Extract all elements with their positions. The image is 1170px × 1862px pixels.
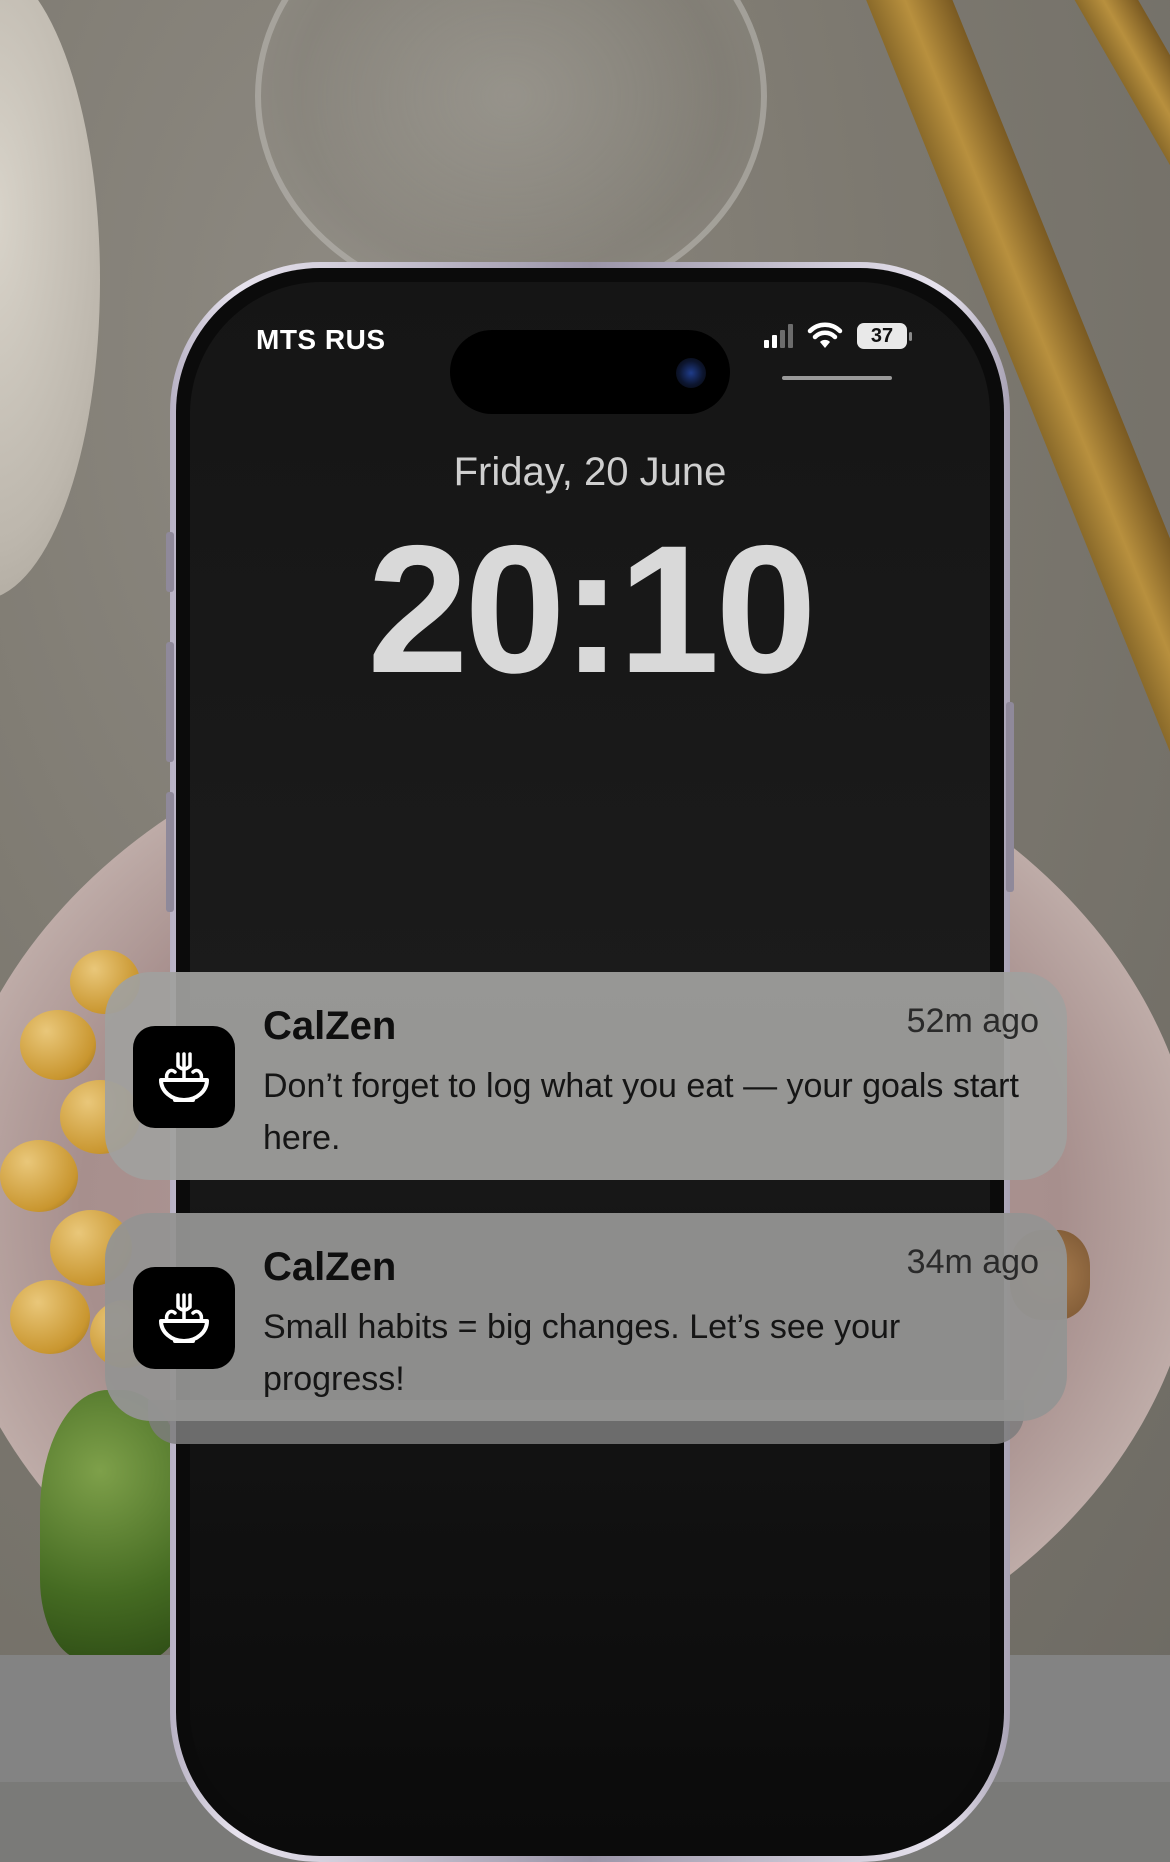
app-icon xyxy=(133,1026,235,1128)
notification-card[interactable]: CalZen 34m ago Small habits = big change… xyxy=(105,1213,1067,1421)
notification-time: 34m ago xyxy=(906,1243,1039,1281)
power-button xyxy=(1006,702,1014,892)
cellular-signal-icon xyxy=(764,324,793,348)
battery-icon: 37 xyxy=(857,323,912,349)
chickpea xyxy=(20,1010,96,1080)
battery-level: 37 xyxy=(870,324,894,347)
front-camera xyxy=(676,358,706,388)
status-indicator-line xyxy=(782,376,892,380)
volume-down-button xyxy=(166,792,174,912)
status-icons: 37 xyxy=(764,322,912,350)
lock-clock: 20:10 xyxy=(367,507,817,711)
dynamic-island xyxy=(450,330,730,414)
chickpea xyxy=(0,1140,78,1212)
notification-time: 52m ago xyxy=(906,1002,1039,1040)
volume-up-button xyxy=(166,642,174,762)
wifi-icon xyxy=(807,322,843,350)
notification-message: Don’t forget to log what you eat — your … xyxy=(263,1067,1019,1157)
notification-card[interactable]: CalZen 52m ago Don’t forget to log what … xyxy=(105,972,1067,1180)
app-icon xyxy=(133,1267,235,1369)
notification-app-name: CalZen xyxy=(263,1245,397,1289)
lock-date: Friday, 20 June xyxy=(453,450,727,494)
notification-app-name: CalZen xyxy=(263,1004,397,1048)
salad-bowl-icon xyxy=(159,1293,209,1343)
saucer xyxy=(0,0,100,600)
carrier-label: MTS RUS xyxy=(256,324,386,355)
chickpea xyxy=(10,1280,90,1354)
action-button xyxy=(166,532,174,592)
notification-message: Small habits = big changes. Let’s see yo… xyxy=(263,1308,901,1398)
salad-bowl-icon xyxy=(159,1052,209,1102)
